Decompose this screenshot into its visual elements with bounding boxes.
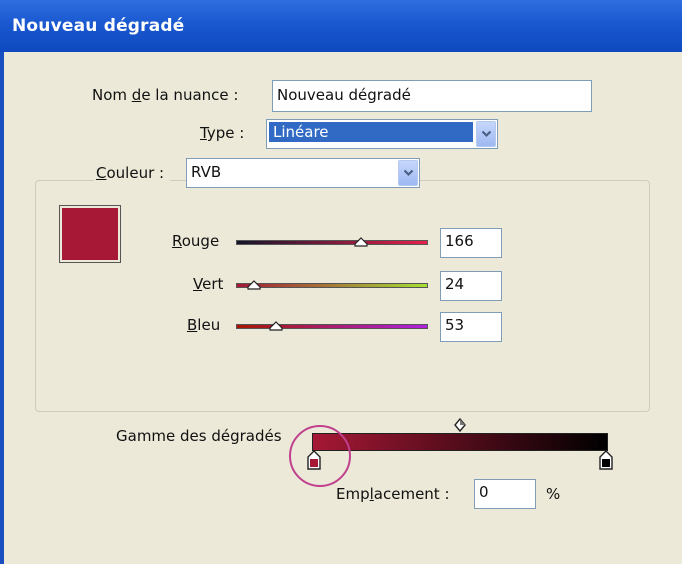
dialog-title: Nouveau dégradé <box>12 16 185 36</box>
type-label: Type : <box>200 124 245 142</box>
type-select[interactable]: Linéare <box>266 119 498 149</box>
color-mode-select[interactable]: RVB <box>186 158 420 188</box>
location-input[interactable]: 0 <box>474 479 536 509</box>
location-label: Emplacement : <box>336 485 450 503</box>
color-mode-dropdown-button[interactable] <box>398 160 418 186</box>
green-value-input[interactable]: 24 <box>440 271 502 301</box>
end-color-stop[interactable] <box>599 450 613 470</box>
type-dropdown-button[interactable] <box>476 121 496 147</box>
blue-slider-label: Bleu <box>187 316 221 334</box>
blue-slider-thumb[interactable] <box>269 321 283 331</box>
type-selected-value: Linéare <box>269 122 473 142</box>
gradient-dialog: Nouveau dégradé Nom de la nuance : Nouve… <box>0 0 682 564</box>
chevron-down-icon <box>403 169 413 177</box>
blue-slider-track[interactable] <box>236 324 428 329</box>
color-preview-swatch <box>59 205 121 263</box>
blue-value-input[interactable]: 53 <box>440 312 502 342</box>
red-slider-label: Rouge <box>172 232 220 250</box>
green-slider-track[interactable] <box>236 283 428 288</box>
location-unit: % <box>546 485 561 503</box>
green-slider-thumb[interactable] <box>247 280 261 290</box>
gradient-ramp[interactable] <box>312 433 608 451</box>
swatch-name-input[interactable]: Nouveau dégradé <box>272 80 592 112</box>
color-mode-label: Couleur : <box>94 164 171 182</box>
red-slider-track[interactable] <box>236 240 428 245</box>
swatch-name-label: Nom de la nuance : <box>92 86 239 104</box>
midpoint-diamond-icon[interactable] <box>454 418 466 432</box>
red-value-input[interactable]: 166 <box>440 228 502 258</box>
gradient-ramp-label: Gamme des dégradés <box>116 427 282 445</box>
color-groupbox <box>35 180 650 412</box>
color-mode-value: RVB <box>191 163 222 181</box>
highlight-circle <box>289 425 351 487</box>
red-slider-thumb[interactable] <box>354 237 368 247</box>
color-preview-fill <box>62 208 118 260</box>
title-bar[interactable]: Nouveau dégradé <box>0 0 682 52</box>
window-border <box>0 52 4 564</box>
green-slider-label: Vert <box>193 275 224 293</box>
chevron-down-icon <box>481 130 491 138</box>
